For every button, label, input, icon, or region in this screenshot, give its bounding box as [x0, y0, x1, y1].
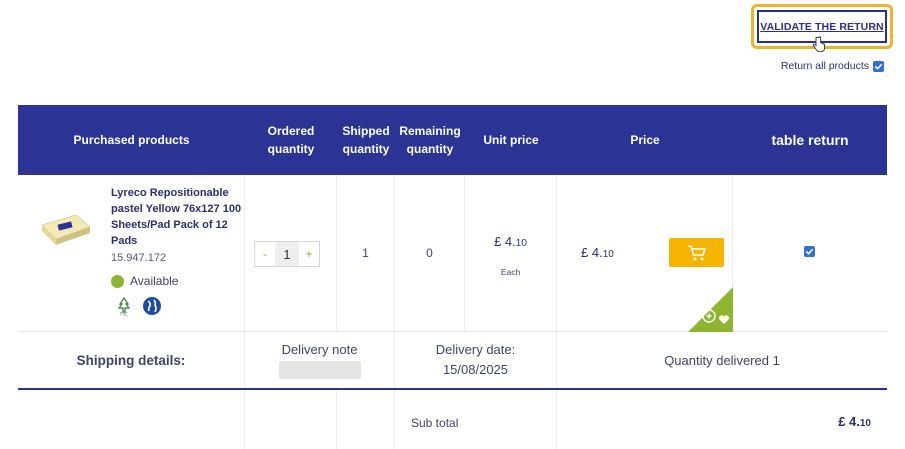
delivery-note-cell: Delivery note: [245, 332, 395, 388]
unit-price-cell: £ 4.10 Each: [465, 175, 557, 331]
shipped-quantity: 1: [362, 246, 369, 260]
delivery-date-value: 15/08/2025: [442, 362, 509, 377]
price: £ 4.10: [581, 245, 614, 260]
return-cell: [733, 175, 887, 331]
col-unit-price: Unit price: [483, 133, 539, 147]
shipped-qty-cell: 1: [337, 175, 395, 331]
subtotal-main: £ 4.: [838, 414, 860, 429]
remaining-qty-cell: 0: [395, 175, 465, 331]
subtotal-label-cell: Sub total: [395, 390, 557, 449]
price-main: £ 4.: [581, 245, 603, 260]
remaining-quantity: 0: [426, 246, 433, 260]
eco-labels: FSC: [114, 296, 162, 317]
quantity-delivered: Quantity delivered 1: [664, 352, 780, 368]
col-ordered-quantity: Ordered quantity: [267, 124, 315, 156]
product-reference: 15.947.172: [111, 252, 167, 264]
quantity-stepper[interactable]: - 1 +: [254, 241, 320, 267]
hand-cursor-icon: [812, 36, 825, 52]
subtotal-empty-cell: [337, 390, 395, 449]
svg-text:FSC: FSC: [120, 312, 128, 317]
unit-price-cents: 10: [515, 238, 527, 249]
return-all-products[interactable]: Return all products: [781, 60, 884, 72]
col-price: Price: [630, 133, 660, 147]
delivery-note-label: Delivery note: [281, 341, 358, 357]
delivery-note-placeholder[interactable]: [278, 360, 361, 379]
subtotal-empty-cell: [18, 390, 245, 449]
shipping-label-cell: Shipping details:: [18, 332, 245, 388]
availability-label: Available: [130, 274, 179, 288]
increment-button[interactable]: +: [299, 242, 319, 266]
unit-price-main: £ 4.: [494, 234, 516, 249]
globe-icon: [142, 296, 162, 316]
available-dot-icon: [111, 274, 124, 288]
table-row: Lyreco Repositionable pastel Yellow 76x1…: [18, 175, 887, 332]
delivery-date-cell: Delivery date: 15/08/2025: [395, 332, 557, 388]
fsc-tree-icon: FSC: [114, 296, 134, 317]
cart-icon: [687, 244, 706, 260]
quantity-value[interactable]: 1: [275, 242, 299, 266]
subtotal-value-cell: £ 4.10: [557, 390, 887, 449]
product-cell: Lyreco Repositionable pastel Yellow 76x1…: [18, 175, 245, 331]
subtotal-cents: 10: [859, 418, 871, 429]
top-actions: VALIDATE THE RETURN Return all products: [0, 0, 905, 100]
unit-price: £ 4.10: [465, 234, 556, 249]
subtotal-row: Sub total £ 4.10: [18, 390, 887, 449]
price-cents: 10: [602, 249, 614, 260]
return-product-checkbox[interactable]: [804, 246, 815, 257]
unit-label: Each: [500, 267, 521, 277]
col-purchased-products: Purchased products: [73, 133, 190, 147]
return-table: Purchased products Ordered quantity Ship…: [18, 105, 887, 449]
decrement-button[interactable]: -: [255, 242, 275, 266]
availability-status: Available: [111, 274, 178, 288]
add-to-cart-button[interactable]: [669, 238, 724, 267]
add-to-favorites-button[interactable]: [688, 287, 733, 332]
ordered-qty-cell: - 1 +: [245, 175, 337, 331]
delivery-date-label: Delivery date:: [435, 342, 516, 357]
product-image[interactable]: [40, 211, 92, 249]
col-table-return: table return: [771, 132, 849, 148]
check-icon: [805, 248, 814, 255]
shipping-details-row: Shipping details: Delivery note Delivery…: [18, 332, 887, 390]
check-icon: [874, 63, 883, 70]
subtotal-value: £ 4.10: [838, 414, 871, 429]
price-cell: £ 4.10: [557, 175, 733, 332]
return-all-label: Return all products: [780, 60, 869, 72]
return-all-checkbox[interactable]: [873, 60, 884, 72]
table-header: Purchased products Ordered quantity Ship…: [18, 105, 887, 175]
subtotal-empty-cell: [245, 390, 337, 449]
col-remaining-quantity: Remaining quantity: [399, 124, 461, 156]
shipping-details-label: Shipping details:: [76, 352, 186, 368]
subtotal-label: Sub total: [411, 416, 459, 430]
product-name[interactable]: Lyreco Repositionable pastel Yellow 76x1…: [111, 185, 243, 249]
col-shipped-quantity: Shipped quantity: [342, 124, 390, 156]
quantity-delivered-cell: Quantity delivered 1: [557, 332, 887, 388]
